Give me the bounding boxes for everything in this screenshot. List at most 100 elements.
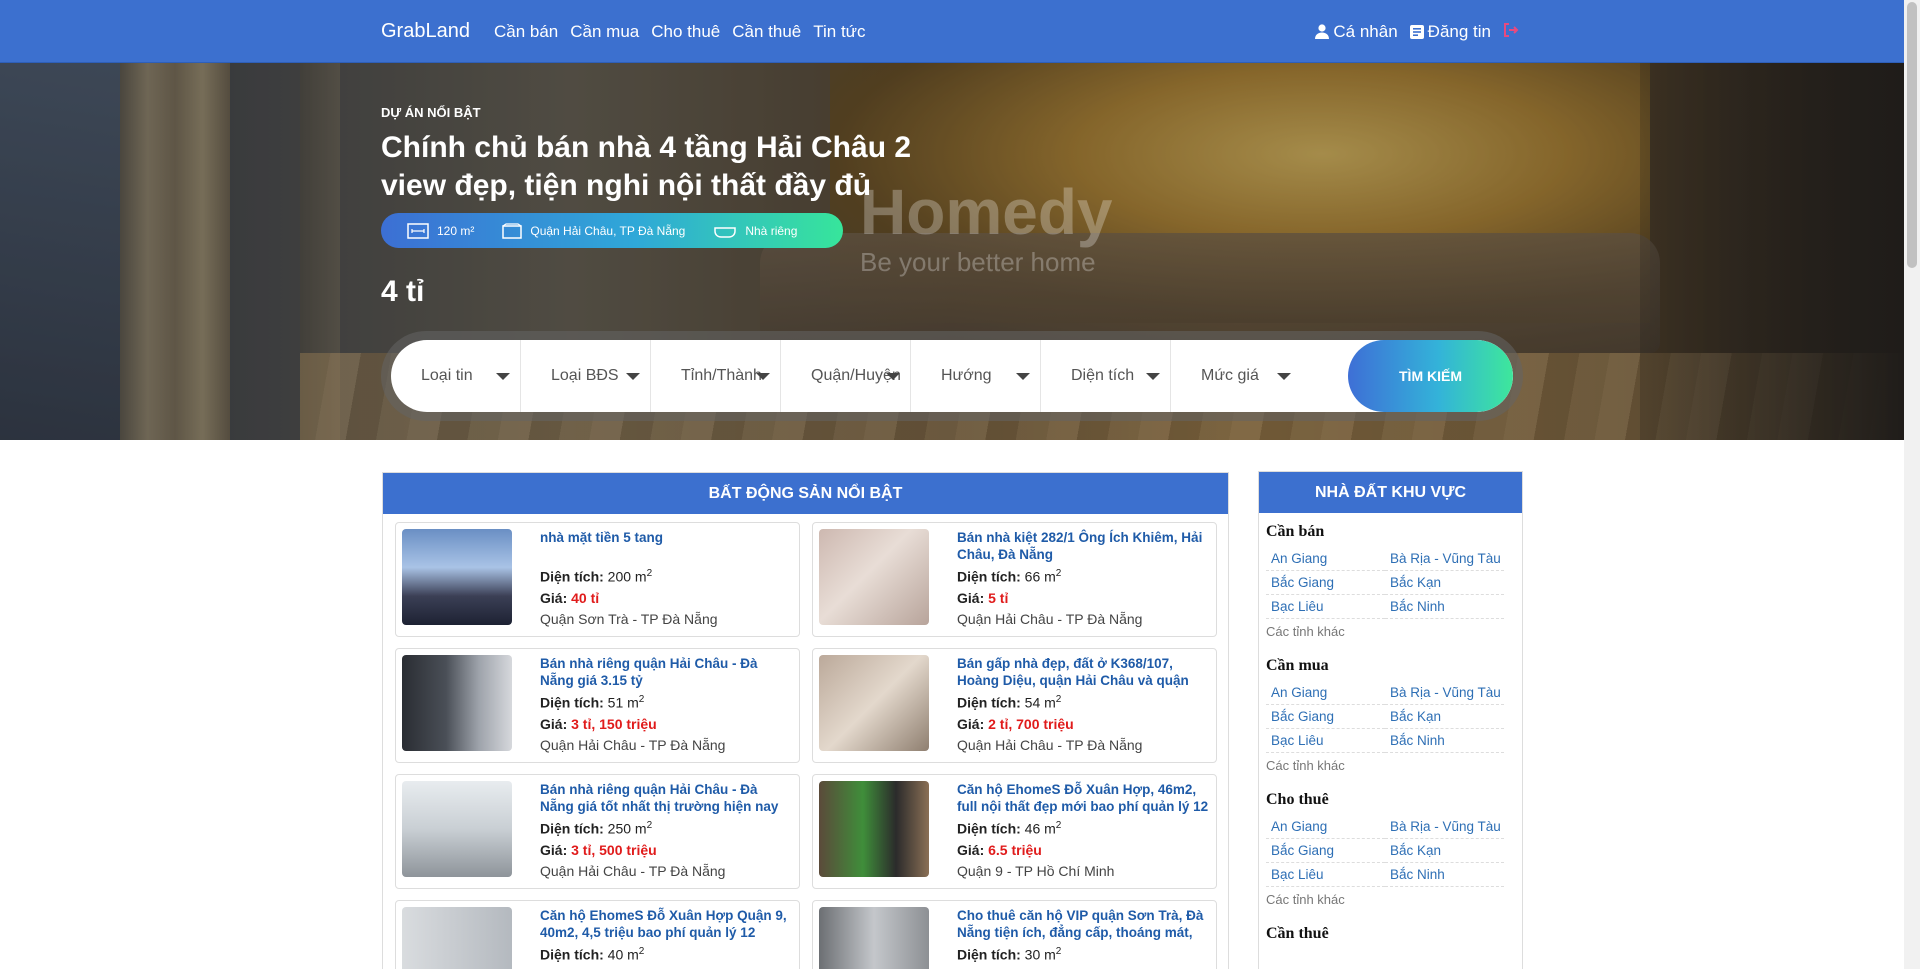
- province-link[interactable]: Bắc Ninh: [1385, 595, 1504, 619]
- listing-thumbnail[interactable]: [819, 655, 929, 751]
- listing-card[interactable]: Bán nhà riêng quận Hải Châu - Đà Nẵng gi…: [395, 774, 800, 889]
- post-listing-link[interactable]: Đăng tin: [1409, 22, 1491, 42]
- listing-card[interactable]: nhà mặt tiền 5 tang Diện tích: 200 m2 Giá:…: [395, 522, 800, 637]
- listing-card[interactable]: Căn hộ EhomeS Đỗ Xuân Hợp, 46m2, full nộ…: [812, 774, 1217, 889]
- listing-area: Diện tích: 30 m2: [957, 941, 1209, 966]
- nav-link-can-ban[interactable]: Cần bán: [494, 22, 558, 42]
- map-icon: [502, 222, 523, 239]
- listing-thumbnail[interactable]: [819, 907, 929, 969]
- select-area[interactable]: Diện tích: [1041, 340, 1171, 412]
- province-link[interactable]: Bắc Ninh: [1385, 863, 1504, 887]
- province-link[interactable]: Bắc Giang: [1266, 705, 1385, 729]
- province-link[interactable]: An Giang: [1266, 681, 1385, 705]
- select-price[interactable]: Mức giá: [1171, 340, 1301, 412]
- province-link[interactable]: Bắc Kạn: [1385, 705, 1504, 729]
- listing-thumbnail[interactable]: [402, 907, 512, 969]
- select-listing-type[interactable]: Loại tin: [391, 340, 521, 412]
- listing-title[interactable]: Bán gấp nhà đẹp, đất ở K368/107, Hoàng D…: [957, 655, 1209, 689]
- listing-area-value: 30 m: [1024, 946, 1056, 963]
- province-link[interactable]: Bắc Kạn: [1385, 571, 1504, 595]
- province-link[interactable]: Bạc Liêu: [1266, 595, 1385, 619]
- listing-card[interactable]: Bán nhà kiệt 282/1 Ông Ích Khiêm, Hải Ch…: [812, 522, 1217, 637]
- province-link[interactable]: Bắc Kạn: [1385, 839, 1504, 863]
- listing-card[interactable]: Cho thuê căn hộ VIP quận Sơn Trà, Đà Nẵn…: [812, 900, 1217, 969]
- select-property-type[interactable]: Loại BĐS: [521, 340, 651, 412]
- scrollbar-thumb[interactable]: [1907, 2, 1917, 268]
- sidebar-group-title: Cần bán: [1266, 523, 1325, 540]
- select-province[interactable]: Tỉnh/Thành: [651, 340, 781, 412]
- listing-thumbnail[interactable]: [402, 529, 512, 625]
- user-icon: [1315, 24, 1330, 39]
- listing-thumbnail[interactable]: [402, 781, 512, 877]
- logout-icon[interactable]: [1503, 23, 1523, 40]
- brand-logo[interactable]: GrabLand: [381, 20, 470, 43]
- province-link[interactable]: Bà Rịa - Vũng Tàu: [1385, 681, 1504, 705]
- listing-area: Diện tích: 40 m2: [540, 941, 792, 966]
- listing-location: Quận Sơn Trà - TP Đà Nẵng: [540, 610, 718, 627]
- listing-title[interactable]: Căn hộ EhomeS Đỗ Xuân Hợp Quận 9, 40m2, …: [540, 907, 792, 941]
- province-link[interactable]: Bạc Liêu: [1266, 729, 1385, 753]
- listing-title[interactable]: Căn hộ EhomeS Đỗ Xuân Hợp, 46m2, full nộ…: [957, 781, 1209, 815]
- listing-area: Diện tích: 66 m2: [957, 563, 1209, 588]
- listing-price: Giá: 3 tỉ, 500 triệu: [540, 840, 792, 861]
- other-provinces-link[interactable]: Các tỉnh khác: [1266, 892, 1515, 907]
- province-link[interactable]: Bắc Ninh: [1385, 729, 1504, 753]
- listing-thumbnail[interactable]: [819, 529, 929, 625]
- location-info: Quận Hải Châu, TP Đà Nẵng: [502, 222, 685, 239]
- listing-area: Diện tích: 54 m2: [957, 689, 1209, 714]
- regional-sidebar-heading: NHÀ ĐẤT KHU VỰC: [1259, 472, 1522, 513]
- listing-location: Quận Hải Châu - TP Đà Nẵng: [540, 862, 726, 879]
- page-scrollbar[interactable]: [1904, 0, 1920, 969]
- other-provinces-link[interactable]: Các tỉnh khác: [1266, 624, 1515, 639]
- province-link[interactable]: An Giang: [1266, 815, 1385, 839]
- province-link[interactable]: Bạc Liêu: [1266, 863, 1385, 887]
- listing-thumbnail[interactable]: [402, 655, 512, 751]
- listing-title[interactable]: Bán nhà riêng quận Hải Châu - Đà Nẵng gi…: [540, 781, 792, 815]
- province-list: An Giang Bà Rịa - Vũng Tàu Bắc Giang Bắc Kạ…: [1266, 815, 1515, 887]
- listing-title[interactable]: nhà mặt tiền 5 tang: [540, 529, 792, 563]
- navbar-actions: Cá nhân Đăng tin: [1303, 22, 1523, 42]
- squared-superscript: 2: [1055, 820, 1062, 831]
- listing-card[interactable]: Bán gấp nhà đẹp, đất ở K368/107, Hoàng D…: [812, 648, 1217, 763]
- listing-location: Quận Hải Châu - TP Đà Nẵng: [540, 736, 726, 753]
- listing-price: Giá: 5 tỉ: [957, 588, 1209, 609]
- profile-label: Cá nhân: [1333, 21, 1398, 41]
- select-district[interactable]: Quận/Huyện: [781, 340, 911, 412]
- province-link[interactable]: Bắc Giang: [1266, 839, 1385, 863]
- listing-price-label: Giá:: [957, 589, 989, 606]
- listing-price-value: 5 tỉ: [988, 589, 1009, 606]
- province-link[interactable]: Bà Rịa - Vũng Tàu: [1385, 815, 1504, 839]
- listing-card[interactable]: Bán nhà riêng quận Hải Châu - Đà Nẵng gi…: [395, 648, 800, 763]
- listing-title[interactable]: Cho thuê căn hộ VIP quận Sơn Trà, Đà Nẵn…: [957, 907, 1209, 941]
- other-provinces-link[interactable]: Các tỉnh khác: [1266, 758, 1515, 773]
- nav-link-tin-tuc[interactable]: Tin tức: [813, 22, 865, 42]
- search-button[interactable]: TÌM KIẾM: [1348, 340, 1513, 412]
- squared-superscript: 2: [1055, 946, 1062, 957]
- listing-area: Diện tích: 51 m2: [540, 689, 792, 714]
- nav-link-cho-thue[interactable]: Cho thuê: [651, 22, 720, 42]
- province-link[interactable]: Bà Rịa - Vũng Tàu: [1385, 547, 1504, 571]
- search-bar: Loại tin Loại BĐS Tỉnh/Thành Quận/Huyện …: [391, 340, 1513, 412]
- listing-title[interactable]: Bán nhà kiệt 282/1 Ông Ích Khiêm, Hải Ch…: [957, 529, 1209, 563]
- listing-info: Bán nhà riêng quận Hải Châu - Đà Nẵng gi…: [540, 655, 792, 756]
- area-value: 120 m²: [437, 223, 475, 238]
- nav-link-can-mua[interactable]: Cần mua: [570, 22, 639, 42]
- listing-area-value: 46 m: [1024, 820, 1056, 837]
- area-icon: [407, 222, 429, 239]
- listing-area-value: 51 m: [607, 694, 639, 711]
- listing-info: Căn hộ EhomeS Đỗ Xuân Hợp Quận 9, 40m2, …: [540, 907, 792, 966]
- listing-card[interactable]: Căn hộ EhomeS Đỗ Xuân Hợp Quận 9, 40m2, …: [395, 900, 800, 969]
- listing-area: Diện tích: 200 m2: [540, 563, 792, 588]
- sidebar-group-title: Cho thuê: [1266, 791, 1329, 808]
- province-link[interactable]: Bắc Giang: [1266, 571, 1385, 595]
- listing-location: Quận Hải Châu - TP Đà Nẵng: [957, 736, 1143, 753]
- listing-area-label: Diện tích:: [540, 820, 608, 837]
- profile-link[interactable]: Cá nhân: [1315, 21, 1398, 42]
- regional-sidebar: NHÀ ĐẤT KHU VỰC Cần bán An Giang Bà Rịa - …: [1258, 471, 1523, 969]
- featured-project-title[interactable]: Chính chủ bán nhà 4 tầng Hải Châu 2 view…: [381, 129, 981, 205]
- listing-title[interactable]: Bán nhà riêng quận Hải Châu - Đà Nẵng gi…: [540, 655, 792, 689]
- nav-link-can-thue[interactable]: Cần thuê: [732, 22, 801, 42]
- listing-thumbnail[interactable]: [819, 781, 929, 877]
- province-link[interactable]: An Giang: [1266, 547, 1385, 571]
- select-direction[interactable]: Hướng: [911, 340, 1041, 412]
